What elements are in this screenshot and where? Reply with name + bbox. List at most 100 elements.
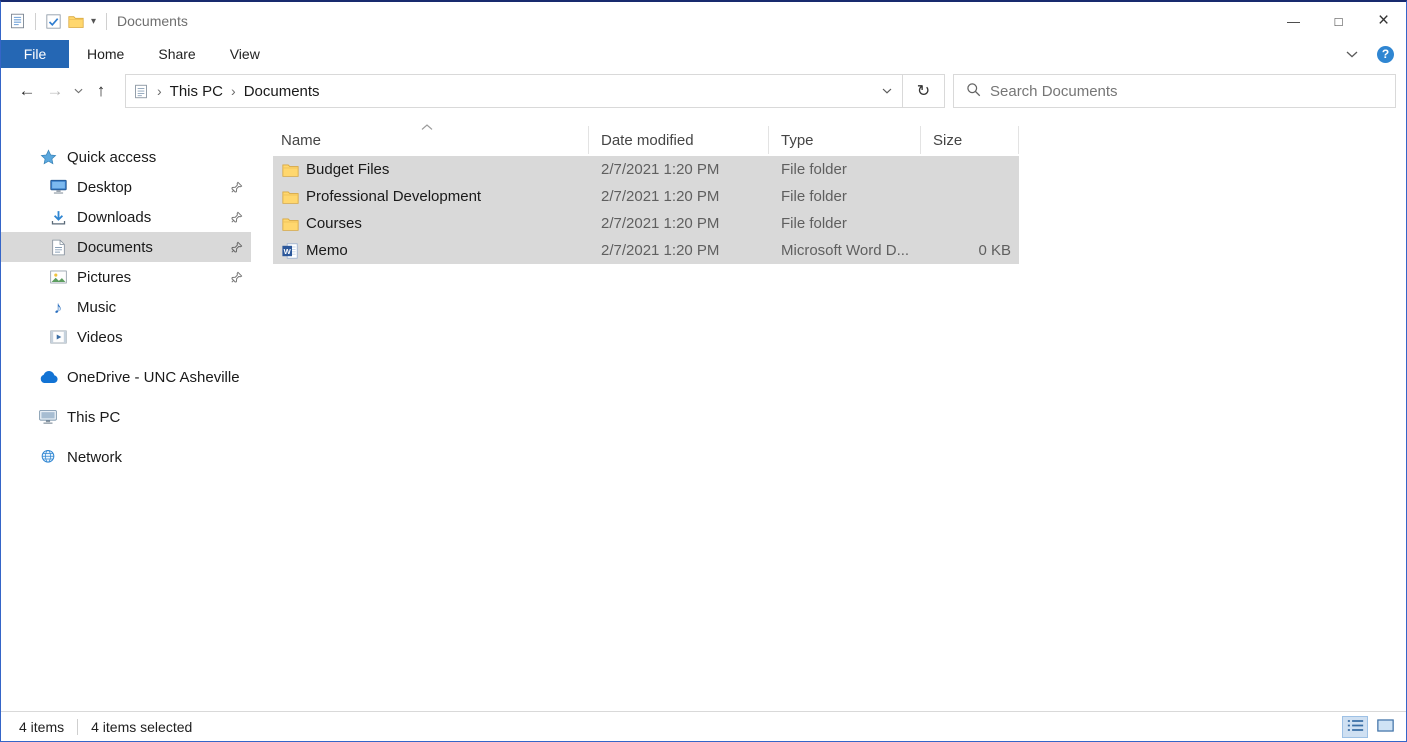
tab-home[interactable]: Home — [71, 40, 140, 68]
sidebar-item-this-pc[interactable]: This PC — [1, 402, 251, 432]
close-button[interactable]: × — [1361, 2, 1406, 40]
forward-button[interactable]: → — [41, 76, 69, 106]
downloads-icon — [47, 209, 69, 226]
status-bar: 4 items 4 items selected — [1, 711, 1406, 741]
sidebar-item-desktop[interactable]: Desktop — [1, 172, 251, 202]
selected-count: 4 items selected — [91, 719, 192, 735]
file-size — [921, 183, 1019, 210]
properties-check-icon[interactable] — [46, 14, 61, 29]
ribbon-tabs: File Home Share View ? — [1, 40, 1406, 68]
sidebar-item-label: OneDrive - UNC Asheville — [67, 369, 243, 386]
file-row-memo[interactable]: W Memo 2/7/2021 1:20 PM Microsoft Word D… — [273, 237, 1019, 264]
sidebar-item-music[interactable]: ♪ Music — [1, 292, 251, 322]
sidebar-item-label: Desktop — [77, 179, 230, 196]
sidebar-item-label: Videos — [77, 329, 243, 346]
divider — [77, 719, 78, 735]
help-icon[interactable]: ? — [1377, 46, 1394, 63]
address-bar[interactable]: › This PC › Documents — [125, 74, 903, 108]
search-input[interactable] — [990, 83, 1387, 100]
explorer-window: ▾ Documents — □ × File Home Share View ?… — [0, 0, 1407, 742]
file-size — [921, 210, 1019, 237]
column-header-date-modified[interactable]: Date modified — [589, 126, 769, 154]
tab-share[interactable]: Share — [142, 40, 211, 68]
file-name: Memo — [306, 242, 348, 259]
music-note-icon: ♪ — [47, 299, 69, 316]
svg-text:W: W — [284, 246, 292, 255]
search-box — [953, 74, 1396, 108]
caption-buttons: — □ × — [1271, 2, 1406, 40]
expand-ribbon-chevron-icon[interactable] — [1341, 43, 1363, 65]
sidebar-item-pictures[interactable]: Pictures — [1, 262, 251, 292]
sidebar-item-onedrive[interactable]: OneDrive - UNC Asheville — [1, 362, 251, 392]
sidebar-item-downloads[interactable]: Downloads — [1, 202, 251, 232]
view-switcher — [1342, 716, 1398, 738]
file-size: 0 KB — [921, 237, 1019, 264]
word-document-icon: W — [281, 243, 299, 259]
large-icons-view-icon — [1377, 719, 1394, 735]
file-row-professional-development[interactable]: Professional Development 2/7/2021 1:20 P… — [273, 183, 1019, 210]
file-name: Budget Files — [306, 161, 389, 178]
breadcrumb-chevron[interactable]: › — [151, 83, 168, 99]
large-icons-view-button[interactable] — [1372, 716, 1398, 738]
file-rows: Budget Files 2/7/2021 1:20 PM File folde… — [273, 156, 1406, 264]
this-pc-icon — [37, 409, 59, 425]
refresh-button[interactable]: ↻ — [903, 74, 945, 108]
file-name: Professional Development — [306, 188, 481, 205]
quick-access-star-icon — [37, 149, 59, 165]
pictures-icon — [47, 270, 69, 284]
spacer — [1, 392, 251, 402]
qat-dropdown-chevron-icon[interactable]: ▾ — [91, 16, 96, 27]
file-name: Courses — [306, 215, 362, 232]
recent-locations-chevron-icon[interactable] — [69, 76, 87, 106]
documents-icon — [47, 239, 69, 256]
file-date: 2/7/2021 1:20 PM — [589, 156, 769, 183]
file-size — [921, 156, 1019, 183]
quick-access-toolbar: ▾ — [1, 13, 110, 30]
breadcrumb-this-pc[interactable]: This PC — [168, 83, 225, 100]
file-row-courses[interactable]: Courses 2/7/2021 1:20 PM File folder — [273, 210, 1019, 237]
pin-icon — [230, 181, 243, 194]
location-icon — [134, 84, 148, 99]
videos-icon — [47, 330, 69, 344]
window-title: Documents — [117, 13, 188, 29]
divider — [106, 13, 107, 30]
file-date: 2/7/2021 1:20 PM — [589, 237, 769, 264]
pin-icon — [230, 271, 243, 284]
folder-icon — [281, 163, 299, 177]
minimize-button[interactable]: — — [1271, 2, 1316, 40]
column-header-type[interactable]: Type — [769, 126, 921, 154]
title-bar: ▾ Documents — □ × — [1, 2, 1406, 40]
spacer — [1, 352, 251, 362]
sidebar-item-documents[interactable]: Documents — [1, 232, 251, 262]
sidebar-item-videos[interactable]: Videos — [1, 322, 251, 352]
details-view-button[interactable] — [1342, 716, 1368, 738]
sidebar-item-label: Documents — [77, 239, 230, 256]
navigation-pane: Quick access Desktop Downloads — [1, 114, 251, 711]
address-dropdown-chevron-icon[interactable] — [872, 75, 902, 107]
folder-icon — [281, 217, 299, 231]
up-button[interactable]: ↑ — [87, 76, 115, 106]
maximize-button[interactable]: □ — [1316, 2, 1361, 40]
pin-icon — [230, 241, 243, 254]
back-button[interactable]: ← — [13, 76, 41, 106]
column-header-name[interactable]: Name — [273, 126, 589, 154]
file-row-budget-files[interactable]: Budget Files 2/7/2021 1:20 PM File folde… — [273, 156, 1019, 183]
breadcrumb-documents[interactable]: Documents — [242, 83, 322, 100]
sidebar-item-network[interactable]: Network — [1, 442, 251, 472]
file-type: File folder — [769, 210, 921, 237]
minimize-icon: — — [1287, 14, 1300, 29]
details-view-icon — [1347, 719, 1364, 735]
breadcrumb-chevron[interactable]: › — [225, 83, 242, 99]
search-icon — [966, 82, 981, 101]
folder-icon — [281, 190, 299, 204]
address-toolbar: ← → ↑ › This PC › Documents ↻ — [1, 68, 1406, 114]
tab-view[interactable]: View — [214, 40, 276, 68]
main-area: Quick access Desktop Downloads — [1, 114, 1406, 711]
column-header-size[interactable]: Size — [921, 126, 1019, 154]
sidebar-item-label: Pictures — [77, 269, 230, 286]
new-folder-icon[interactable] — [68, 15, 84, 28]
sidebar-item-quick-access[interactable]: Quick access — [1, 142, 251, 172]
maximize-icon: □ — [1335, 14, 1343, 29]
explorer-system-icon[interactable] — [10, 13, 25, 29]
tab-file[interactable]: File — [1, 40, 69, 68]
